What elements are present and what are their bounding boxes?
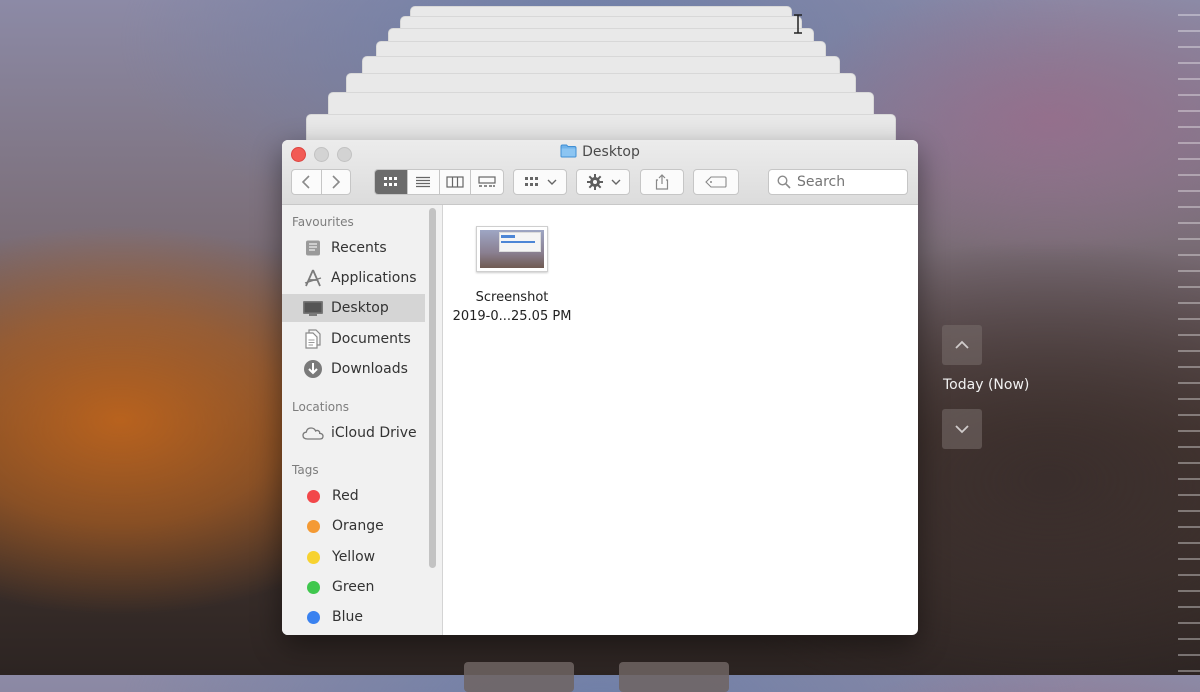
title-bar: Desktop <box>282 140 918 205</box>
sidebar: Favourites Recents Applications Desktop … <box>282 205 443 635</box>
window-title-text: Desktop <box>582 144 640 160</box>
chevron-down-icon <box>547 179 556 185</box>
ghost-window[interactable] <box>306 114 896 141</box>
back-button[interactable] <box>292 170 322 194</box>
sidebar-item-label: iCloud Drive <box>331 425 417 441</box>
sidebar-item-label: Blue <box>332 609 363 625</box>
list-view-button[interactable] <box>406 170 439 194</box>
applications-icon <box>302 267 324 289</box>
gallery-view-icon <box>478 176 496 187</box>
sidebar-item-label: Desktop <box>331 300 389 316</box>
section-heading-favourites: Favourites <box>292 215 354 229</box>
documents-icon <box>302 328 324 350</box>
column-view-button[interactable] <box>438 170 471 194</box>
cloud-icon <box>302 422 324 444</box>
tag-color-dot <box>307 580 320 594</box>
share-button[interactable] <box>640 169 684 195</box>
timeline-scale[interactable] <box>1178 0 1200 675</box>
chevron-left-icon <box>302 175 310 189</box>
tag-icon <box>705 176 727 188</box>
chevron-down-icon <box>955 425 969 434</box>
window-title: Desktop <box>282 144 918 160</box>
sidebar-item-label: Red <box>332 488 359 504</box>
arrange-button[interactable] <box>513 169 567 195</box>
sidebar-item-label: Recents <box>331 240 387 256</box>
sidebar-item-tag-yellow[interactable]: Yellow <box>282 543 425 571</box>
icon-view-button[interactable] <box>375 170 407 194</box>
sidebar-item-applications[interactable]: Applications <box>282 264 425 292</box>
restore-button[interactable] <box>619 662 729 692</box>
sidebar-scrollbar[interactable] <box>429 208 436 568</box>
sidebar-item-icloud-drive[interactable]: iCloud Drive <box>282 419 425 447</box>
sidebar-item-desktop[interactable]: Desktop <box>282 294 425 322</box>
sidebar-item-tag-blue[interactable]: Blue <box>282 603 425 631</box>
text-cursor-icon <box>794 14 802 34</box>
search-icon <box>777 175 791 189</box>
time-machine-down-button[interactable] <box>942 409 982 449</box>
view-mode-control <box>374 169 504 195</box>
file-name-line: 2019-0...25.05 PM <box>452 309 572 324</box>
section-heading-locations: Locations <box>292 400 350 414</box>
file-thumbnail <box>476 226 548 272</box>
sidebar-item-label: Documents <box>331 331 411 347</box>
downloads-icon <box>302 358 324 380</box>
share-icon <box>655 174 669 190</box>
time-machine-up-button[interactable] <box>942 325 982 365</box>
sidebar-item-tag-red[interactable]: Red <box>282 482 425 510</box>
sidebar-item-recents[interactable]: Recents <box>282 234 425 262</box>
forward-button[interactable] <box>322 170 351 194</box>
sidebar-item-downloads[interactable]: Downloads <box>282 355 425 383</box>
nav-buttons <box>291 169 351 195</box>
gallery-view-button[interactable] <box>470 170 503 194</box>
folder-icon <box>560 144 577 158</box>
search-input[interactable] <box>797 174 897 190</box>
desktop-icon <box>302 297 324 319</box>
cancel-button[interactable] <box>464 662 574 692</box>
sidebar-item-tag-orange[interactable]: Orange <box>282 512 425 540</box>
list-view-icon <box>416 176 431 188</box>
chevron-right-icon <box>332 175 340 189</box>
edit-tags-button[interactable] <box>693 169 739 195</box>
tag-color-dot <box>307 489 320 503</box>
file-name-line: Screenshot <box>475 290 549 305</box>
sidebar-item-documents[interactable]: Documents <box>282 325 425 353</box>
sidebar-item-label: Applications <box>331 270 417 286</box>
chevron-up-icon <box>955 340 969 349</box>
time-machine-date-label: Today (Now) <box>943 377 1030 393</box>
sidebar-item-label: Orange <box>332 518 384 534</box>
tag-color-dot <box>307 519 320 533</box>
icon-view-icon <box>383 177 397 186</box>
sidebar-item-label: Downloads <box>331 361 408 377</box>
arrange-icon <box>524 177 538 186</box>
file-name: Screenshot 2019-0...25.05 PM <box>452 288 572 326</box>
recents-icon <box>302 237 324 259</box>
file-item[interactable]: Screenshot 2019-0...25.05 PM <box>452 226 572 326</box>
tag-color-dot <box>307 550 320 564</box>
section-heading-tags: Tags <box>292 463 319 477</box>
sidebar-item-label: Green <box>332 579 375 595</box>
search-field[interactable] <box>768 169 908 195</box>
action-button[interactable] <box>576 169 630 195</box>
sidebar-item-label: Yellow <box>332 549 376 565</box>
finder-window: Desktop Search Favourites Recents Applic… <box>282 140 918 635</box>
column-view-icon <box>446 176 464 188</box>
chevron-down-icon <box>611 179 620 185</box>
sidebar-item-tag-green[interactable]: Green <box>282 573 425 601</box>
tag-color-dot <box>307 610 320 624</box>
gear-icon <box>586 174 603 190</box>
